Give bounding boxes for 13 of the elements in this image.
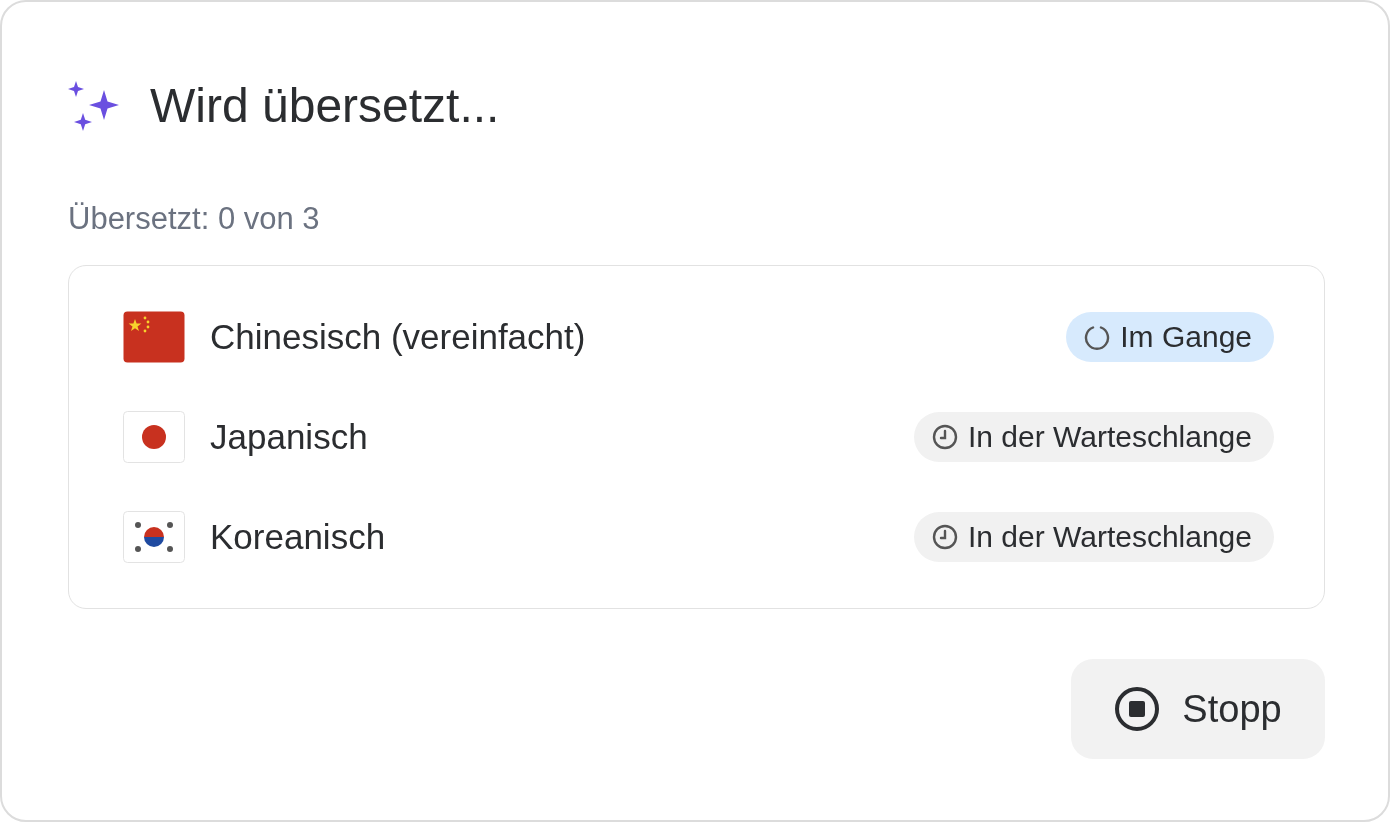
dialog-title: Wird übersetzt... xyxy=(150,78,500,134)
stop-button[interactable]: Stopp xyxy=(1071,659,1325,759)
progress-text: Übersetzt: 0 von 3 xyxy=(68,201,321,237)
language-name: Japanisch xyxy=(210,417,369,457)
language-name: Chinesisch (vereinfacht) xyxy=(210,317,587,357)
clock-icon xyxy=(931,524,958,550)
stop-icon xyxy=(1114,686,1161,732)
status-badge: In der Warteschlange xyxy=(913,512,1274,562)
status-badge: In der Warteschlange xyxy=(913,412,1274,462)
spinner-icon xyxy=(1084,324,1111,350)
clock-icon xyxy=(931,424,958,450)
status-badge: Im Gange xyxy=(1066,312,1274,362)
language-name: Koreanisch xyxy=(210,517,387,557)
